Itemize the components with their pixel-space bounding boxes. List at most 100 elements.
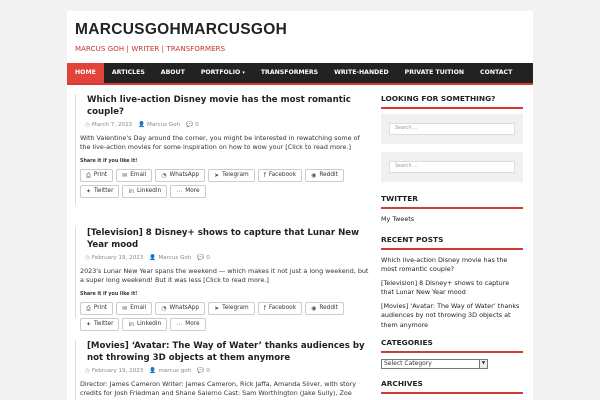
share-button-label: Twitter xyxy=(94,187,114,194)
search-input[interactable]: Search ... xyxy=(389,123,515,135)
clock-icon: ◷ xyxy=(85,368,90,374)
facebook-icon: f xyxy=(263,304,266,312)
share-telegram-button[interactable]: ➤ Telegram xyxy=(208,168,255,182)
share-button-label: More xyxy=(185,320,200,327)
share-reddit-button[interactable]: ◉ Reddit xyxy=(305,301,344,315)
recent-post-link[interactable]: Which live-action Disney movie has the m… xyxy=(381,256,523,275)
share-whatsapp-button[interactable]: ◔ WhatsApp xyxy=(155,301,206,315)
recent-post-link[interactable]: [Movies] ‘Avatar: The Way of Water’ than… xyxy=(381,302,523,331)
category-select[interactable]: Select Category ▼ xyxy=(381,359,488,370)
nav-write-handed[interactable]: WRITE-HANDED xyxy=(326,63,397,83)
user-icon: 👤 xyxy=(149,368,157,374)
my-tweets-link[interactable]: My Tweets xyxy=(381,215,523,225)
sidebar-twitter-title: TWITTER xyxy=(381,194,523,209)
post-comments-count: 0 xyxy=(206,368,210,374)
sidebar: LOOKING FOR SOMETHING? Search ... Search… xyxy=(381,94,523,395)
nav-home[interactable]: HOME xyxy=(67,63,104,83)
share-twitter-button[interactable]: ✦ Twitter xyxy=(80,184,120,198)
nav-private-tuition[interactable]: PRIVATE TUITION xyxy=(397,63,472,83)
print-icon: ⎙ xyxy=(86,171,91,179)
sidebar-search-title: LOOKING FOR SOMETHING? xyxy=(381,94,523,109)
linkedin-icon: in xyxy=(128,187,134,195)
post-comments[interactable]: 💬 0 xyxy=(186,122,199,128)
search-widget: Search ... xyxy=(381,114,523,144)
post-date-text: February 19, 2023 xyxy=(91,368,144,374)
share-facebook-button[interactable]: f Facebook xyxy=(257,301,303,315)
post-date: ◷ March 7, 2023 xyxy=(85,122,132,128)
post-author[interactable]: 👤 Marcus Goh xyxy=(149,255,191,261)
post-comments[interactable]: 💬 0 xyxy=(197,255,210,261)
nav-accent-bar xyxy=(67,83,533,85)
post-author[interactable]: 👤 marcus goh xyxy=(149,368,191,374)
share-telegram-button[interactable]: ➤ Telegram xyxy=(208,301,255,315)
reddit-icon: ◉ xyxy=(311,171,317,179)
site-title[interactable]: MARCUSGOHMARCUSGOH xyxy=(75,20,525,40)
linkedin-icon: in xyxy=(128,320,134,328)
share-reddit-button[interactable]: ◉ Reddit xyxy=(305,168,344,182)
facebook-icon: f xyxy=(263,171,266,179)
user-icon: 👤 xyxy=(149,255,157,261)
clock-icon: ◷ xyxy=(85,122,90,128)
print-icon: ⎙ xyxy=(86,304,91,312)
site-tagline: MARCUS GOH | WRITER | TRANSFORMERS xyxy=(75,45,226,53)
clock-icon: ◷ xyxy=(85,255,90,261)
share-label: Share it if you like it! xyxy=(80,291,138,297)
share-more-button[interactable]: ⋯ More xyxy=(170,184,206,198)
search-widget-2: Search ... xyxy=(381,152,523,182)
nav-articles[interactable]: ARTICLES xyxy=(104,63,153,83)
comment-icon: 💬 xyxy=(197,368,205,374)
post-title[interactable]: [Television] 8 Disney+ shows to capture … xyxy=(80,227,371,251)
twitter-icon: ✦ xyxy=(86,187,92,195)
nav-transformers[interactable]: TRANSFORMERS xyxy=(253,63,326,83)
share-button-label: Reddit xyxy=(319,304,338,311)
post-author-text: marcus goh xyxy=(158,368,192,374)
post-comments-count: 0 xyxy=(195,122,199,128)
share-email-button[interactable]: ✉ Email xyxy=(116,301,153,315)
share-button-label: More xyxy=(185,187,200,194)
nav-home-label: HOME xyxy=(75,69,96,76)
share-twitter-button[interactable]: ✦ Twitter xyxy=(80,317,120,331)
chevron-down-icon: ▾ xyxy=(242,70,245,76)
nav-transformers-label: TRANSFORMERS xyxy=(260,69,319,76)
share-more-button[interactable]: ⋯ More xyxy=(170,317,206,331)
nav-articles-label: ARTICLES xyxy=(111,69,145,76)
post-meta: ◷ March 7, 2023 👤 Marcus Goh 💬 0 xyxy=(80,122,371,128)
nav-contact[interactable]: CONTACT xyxy=(472,63,520,83)
recent-posts-list: Which live-action Disney movie has the m… xyxy=(381,256,523,331)
sidebar-archives-title: ARCHIVES xyxy=(381,379,523,395)
user-icon: 👤 xyxy=(138,122,146,128)
post-meta: ◷ February 19, 2023 👤 marcus goh 💬 0 xyxy=(80,368,371,374)
share-print-button[interactable]: ⎙ Print xyxy=(80,301,114,315)
share-button-label: Reddit xyxy=(319,171,338,178)
share-button-label: Telegram xyxy=(222,304,249,311)
post-title[interactable]: Which live-action Disney movie has the m… xyxy=(80,94,371,118)
post-date: ◷ February 19, 2023 xyxy=(85,368,143,374)
search-input-2[interactable]: Search ... xyxy=(389,161,515,173)
email-icon: ✉ xyxy=(122,304,128,312)
nav-contact-label: CONTACT xyxy=(480,69,513,76)
email-icon: ✉ xyxy=(122,171,128,179)
share-whatsapp-button[interactable]: ◔ WhatsApp xyxy=(155,168,206,182)
whatsapp-icon: ◔ xyxy=(161,171,167,179)
share-print-button[interactable]: ⎙ Print xyxy=(80,168,114,182)
share-linkedin-button[interactable]: in LinkedIn xyxy=(122,317,168,331)
nav-about[interactable]: ABOUT xyxy=(153,63,193,83)
post-excerpt: With Valentine's Day around the corner, … xyxy=(80,134,360,152)
post-comments[interactable]: 💬 0 xyxy=(197,368,210,374)
telegram-icon: ➤ xyxy=(214,304,220,312)
share-linkedin-button[interactable]: in LinkedIn xyxy=(122,184,168,198)
post-author[interactable]: 👤 Marcus Goh xyxy=(138,122,180,128)
post-title[interactable]: [Movies] ‘Avatar: The Way of Water’ than… xyxy=(80,340,371,364)
category-select-value: Select Category xyxy=(384,360,432,368)
main-content: Which live-action Disney movie has the m… xyxy=(75,94,371,400)
nav-portfolio[interactable]: PORTFOLIO ▾ xyxy=(193,63,253,83)
page-container: MARCUSGOHMARCUSGOH MARCUS GOH | WRITER |… xyxy=(67,11,533,400)
post-comments-count: 0 xyxy=(206,255,210,261)
share-email-button[interactable]: ✉ Email xyxy=(116,168,153,182)
share-buttons: ⎙ Print ✉ Email ◔ WhatsApp ➤ Telegram f Facebook ◉… xyxy=(80,301,371,331)
recent-post-link[interactable]: [Television] 8 Disney+ shows to capture … xyxy=(381,279,523,298)
nav-portfolio-label: PORTFOLIO xyxy=(200,69,241,76)
post-date-text: March 7, 2023 xyxy=(91,122,133,128)
share-facebook-button[interactable]: f Facebook xyxy=(257,168,303,182)
share-button-label: Facebook xyxy=(268,171,297,178)
